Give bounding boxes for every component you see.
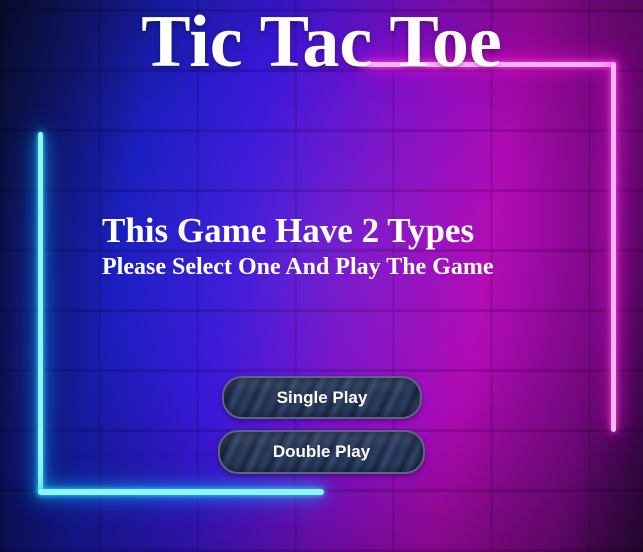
single-play-label: Single Play <box>276 387 368 407</box>
neon-frame-pink-right <box>611 62 616 432</box>
game-title: Tic Tac Toe <box>141 1 502 83</box>
neon-frame-cyan-left <box>38 132 43 494</box>
info-subheading: Please Select One And Play The Game <box>102 254 494 280</box>
double-play-label: Double Play <box>272 442 371 461</box>
single-play-button[interactable]: Single Play <box>222 376 422 419</box>
neon-frame-cyan-bottom <box>38 489 324 495</box>
game-mode-info: This Game Have 2 Types Please Select One… <box>102 210 494 282</box>
info-heading: This Game Have 2 Types <box>102 211 475 250</box>
double-play-button[interactable]: Double Play <box>218 430 425 474</box>
